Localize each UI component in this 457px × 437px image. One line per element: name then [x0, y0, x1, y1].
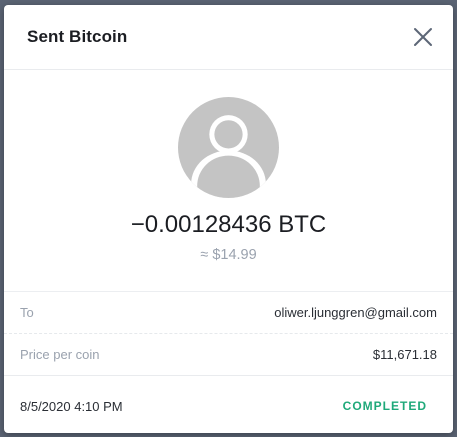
fiat-value: ≈ $14.99 — [200, 247, 257, 263]
transaction-date: 8/5/2020 4:10 PM — [20, 399, 123, 414]
close-button[interactable] — [409, 23, 437, 51]
user-placeholder-icon — [178, 97, 279, 198]
close-icon — [414, 28, 432, 46]
status-badge: COMPLETED — [342, 399, 427, 413]
detail-row-price: Price per coin $11,671.18 — [4, 333, 453, 376]
detail-row-to: To oliwer.ljunggren@gmail.com — [4, 291, 453, 334]
recipient-email: oliwer.ljunggren@gmail.com — [274, 305, 437, 320]
modal-title: Sent Bitcoin — [27, 27, 128, 46]
price-per-coin: $11,671.18 — [372, 347, 437, 362]
detail-label: Price per coin — [20, 347, 100, 362]
transaction-detail-modal: Sent Bitcoin −0.00128436 BTC ≈ $14.99 To — [4, 5, 453, 433]
avatar — [178, 97, 279, 198]
detail-label: To — [20, 305, 34, 320]
modal-header: Sent Bitcoin — [4, 5, 453, 70]
transaction-amount: −0.00128436 BTC — [130, 211, 327, 238]
modal-footer: 8/5/2020 4:10 PM COMPLETED — [4, 375, 453, 433]
